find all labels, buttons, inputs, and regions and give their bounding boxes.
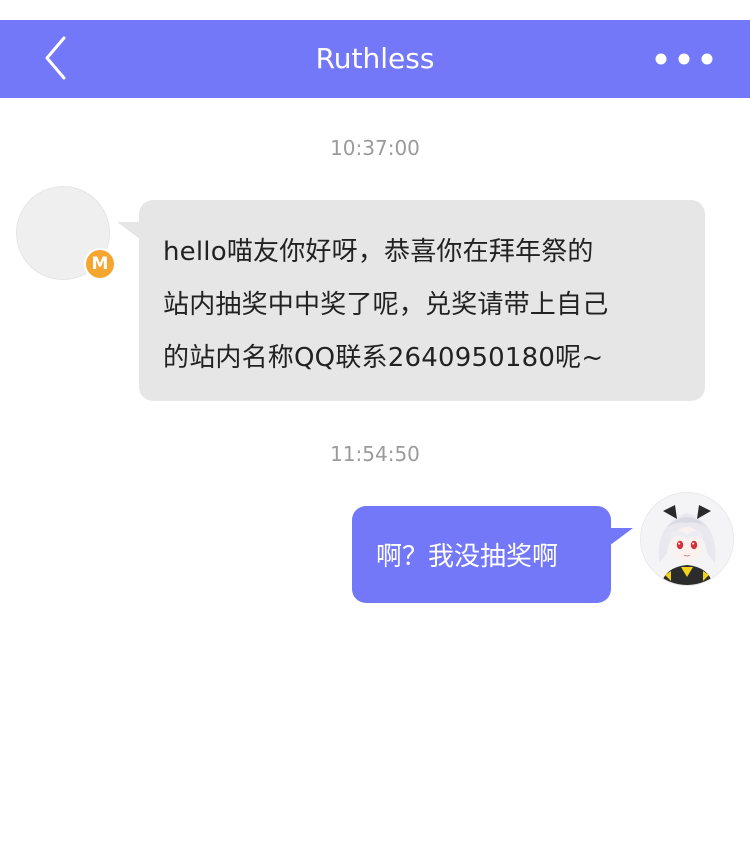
more-button[interactable] <box>654 46 714 72</box>
incoming-message-bubble[interactable]: hello喵友你好呀，恭喜你在拜年祭的 站内抽奖中中奖了呢，兑奖请带上自己 的站… <box>139 200 705 401</box>
status-bar-area <box>0 0 750 20</box>
message-timestamp: 11:54:50 <box>330 442 420 466</box>
user-avatar[interactable] <box>640 492 734 586</box>
member-badge: M <box>84 248 116 280</box>
anime-avatar-image <box>641 493 733 585</box>
conversation-title: Ruthless <box>315 42 435 75</box>
bubble-tail <box>609 528 633 546</box>
message-line: 的站内名称QQ联系2640950180呢~ <box>163 343 604 373</box>
bubble-tail <box>117 222 141 240</box>
outgoing-message-bubble[interactable]: 啊？我没抽奖啊 <box>352 506 611 603</box>
message-line: hello喵友你好呀，恭喜你在拜年祭的 <box>163 237 594 267</box>
message-line: 站内抽奖中中奖了呢，兑奖请带上自己 <box>163 290 609 320</box>
nav-bar: Ruthless <box>0 20 750 98</box>
more-dots-icon <box>655 53 713 65</box>
message-timestamp: 10:37:00 <box>330 136 420 160</box>
message-text: 啊？我没抽奖啊 <box>376 542 559 572</box>
